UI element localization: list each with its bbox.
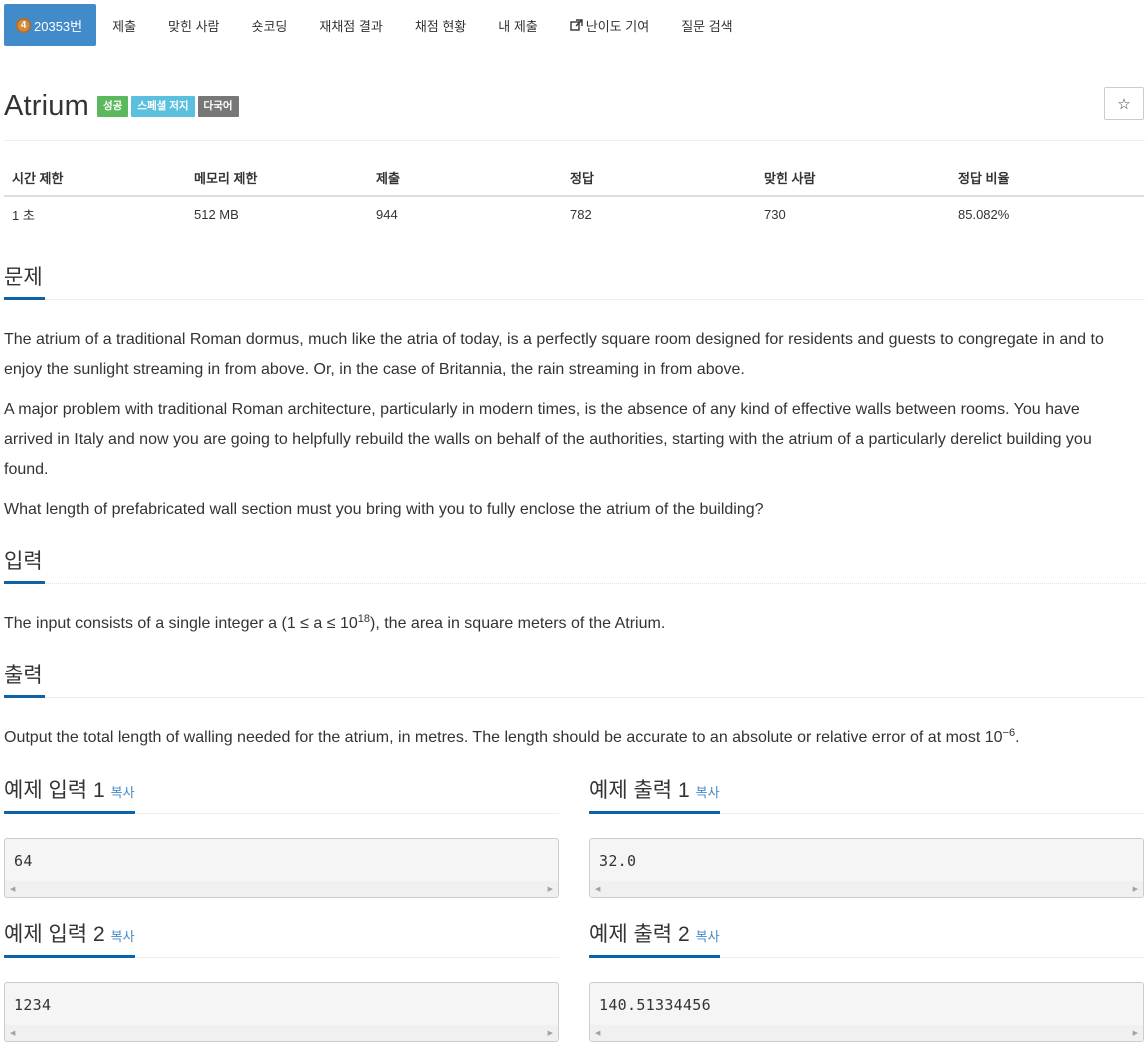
output-headline: 출력 <box>4 660 1145 698</box>
sample-output-2-headline: 예제 출력 2 복사 <box>589 920 1144 958</box>
description-heading: 문제 <box>4 262 45 300</box>
sample-input-2-data: 1234 <box>14 996 52 1014</box>
input-text-before: The input consists of a single integer a… <box>4 615 358 632</box>
problem-title-row: Atrium 성공 스페셜 저지 다국어 <box>4 86 239 126</box>
value-accepted: 782 <box>570 206 592 222</box>
problem-info-table: 시간 제한 메모리 제한 제출 정답 맞힌 사람 정답 비율 1 초 512 M… <box>4 160 1144 231</box>
sample-output-2-data: 140.51334456 <box>599 996 711 1014</box>
input-heading: 입력 <box>4 546 45 584</box>
problem-number-label: 20353번 <box>34 18 83 34</box>
sample-output-1-headline: 예제 출력 1 복사 <box>589 776 1144 814</box>
external-link-icon <box>570 18 583 31</box>
copy-sample-input-1-link[interactable]: 복사 <box>111 785 135 800</box>
sample-output-1-scrollbar[interactable]: ◀ ▶ <box>590 881 1143 897</box>
label-success: 성공 <box>97 95 129 117</box>
output-paragraph: Output the total length of walling neede… <box>4 723 1129 753</box>
sample-input-2-box: 1234 ◀ ▶ <box>4 982 559 1042</box>
sample-input-1-scrollbar[interactable]: ◀ ▶ <box>5 881 558 897</box>
nav-rejudge-results[interactable]: 재채점 결과 <box>303 4 398 46</box>
scroll-left-icon[interactable]: ◀ <box>10 1029 15 1037</box>
description-paragraph-1: The atrium of a traditional Roman dormus… <box>4 331 1104 378</box>
label-multilingual[interactable]: 다국어 <box>197 95 239 117</box>
nav-short-coding[interactable]: 숏코딩 <box>236 4 304 46</box>
description-headline: 문제 <box>4 262 1145 300</box>
nav-difficulty-contribution[interactable]: 난이도 기여 <box>554 4 665 46</box>
copy-sample-input-2-link[interactable]: 복사 <box>111 929 135 944</box>
info-header-row: 시간 제한 메모리 제한 제출 정답 맞힌 사람 정답 비율 <box>4 160 1144 197</box>
problem-title: Atrium <box>4 89 89 122</box>
nav-my-submissions[interactable]: 내 제출 <box>482 4 554 46</box>
scroll-right-icon[interactable]: ▶ <box>548 885 553 893</box>
title-divider <box>4 140 1145 141</box>
nav-solved-users[interactable]: 맞힌 사람 <box>152 4 235 46</box>
input-paragraph: The input consists of a single integer a… <box>4 609 1129 639</box>
nav-submit[interactable]: 제출 <box>96 4 152 46</box>
info-value-row: 1 초 512 MB 944 782 730 85.082% <box>4 196 1144 231</box>
value-time-limit: 1 초 <box>12 207 35 223</box>
sample-input-2-scrollbar[interactable]: ◀ ▶ <box>5 1025 558 1041</box>
value-solved-users: 730 <box>764 206 786 222</box>
sample-output-1-heading: 예제 출력 1 복사 <box>589 776 720 814</box>
input-text-after: ), the area in square meters of the Atri… <box>370 615 666 632</box>
output-exponent: −6 <box>1002 727 1016 739</box>
copy-sample-output-2-link[interactable]: 복사 <box>696 929 720 944</box>
sample-input-1-heading: 예제 입력 1 복사 <box>4 776 135 814</box>
scroll-left-icon[interactable]: ◀ <box>10 885 15 893</box>
header-accept-ratio: 정답 비율 <box>950 160 1144 197</box>
input-exponent: 18 <box>357 613 371 625</box>
nav-question-search[interactable]: 질문 검색 <box>665 4 748 46</box>
tier-icon: 4 <box>16 17 31 33</box>
value-accept-ratio: 85.082% <box>958 206 1010 222</box>
sample-output-1-box: 32.0 ◀ ▶ <box>589 838 1144 898</box>
header-memory-limit: 메모리 제한 <box>186 160 368 197</box>
copy-sample-output-1-link[interactable]: 복사 <box>696 785 720 800</box>
output-heading: 출력 <box>4 660 45 698</box>
nav-problem-number[interactable]: 4 20353번 <box>4 4 97 46</box>
header-time-limit: 시간 제한 <box>4 160 186 197</box>
favorite-star-button[interactable]: ☆ <box>1104 87 1144 120</box>
scroll-right-icon[interactable]: ▶ <box>548 1029 553 1037</box>
value-submissions: 944 <box>376 206 398 222</box>
header-submissions: 제출 <box>368 160 562 197</box>
sample-input-2-title: 예제 입력 2 <box>4 923 105 946</box>
description-paragraph-3: What length of prefabricated wall sectio… <box>4 501 764 518</box>
label-special-judge[interactable]: 스페셜 저지 <box>131 95 195 117</box>
scroll-right-icon[interactable]: ▶ <box>1133 1029 1138 1037</box>
sample-input-1-headline: 예제 입력 1 복사 <box>4 776 559 814</box>
sample-output-2-scrollbar[interactable]: ◀ ▶ <box>590 1025 1143 1041</box>
input-headline: 입력 <box>4 546 1145 584</box>
header-accepted: 정답 <box>562 160 756 197</box>
difficulty-contribution-label: 난이도 기여 <box>585 18 650 34</box>
scroll-left-icon[interactable]: ◀ <box>595 885 600 893</box>
sample-output-2-box: 140.51334456 ◀ ▶ <box>589 982 1144 1042</box>
header-solved-users: 맞힌 사람 <box>756 160 950 197</box>
output-text-after: . <box>1015 729 1020 746</box>
sample-input-1-box: 64 ◀ ▶ <box>4 838 559 898</box>
value-memory-limit: 512 MB <box>194 206 239 222</box>
sample-input-1-data: 64 <box>14 852 33 870</box>
problem-menu: 4 20353번 제출 맞힌 사람 숏코딩 재채점 결과 채점 현황 내 제출 … <box>4 4 749 46</box>
scroll-right-icon[interactable]: ▶ <box>1133 885 1138 893</box>
description-paragraph-2: A major problem with traditional Roman a… <box>4 401 1092 478</box>
sample-output-1-title: 예제 출력 1 <box>589 779 690 802</box>
sample-output-2-title: 예제 출력 2 <box>589 923 690 946</box>
star-icon: ☆ <box>1117 95 1131 113</box>
sample-output-1-data: 32.0 <box>599 852 637 870</box>
sample-input-2-headline: 예제 입력 2 복사 <box>4 920 559 958</box>
nav-status[interactable]: 채점 현황 <box>399 4 482 46</box>
scroll-left-icon[interactable]: ◀ <box>595 1029 600 1037</box>
sample-output-2-heading: 예제 출력 2 복사 <box>589 920 720 958</box>
sample-input-1-title: 예제 입력 1 <box>4 779 105 802</box>
output-text-before: Output the total length of walling neede… <box>4 729 1003 746</box>
sample-input-2-heading: 예제 입력 2 복사 <box>4 920 135 958</box>
